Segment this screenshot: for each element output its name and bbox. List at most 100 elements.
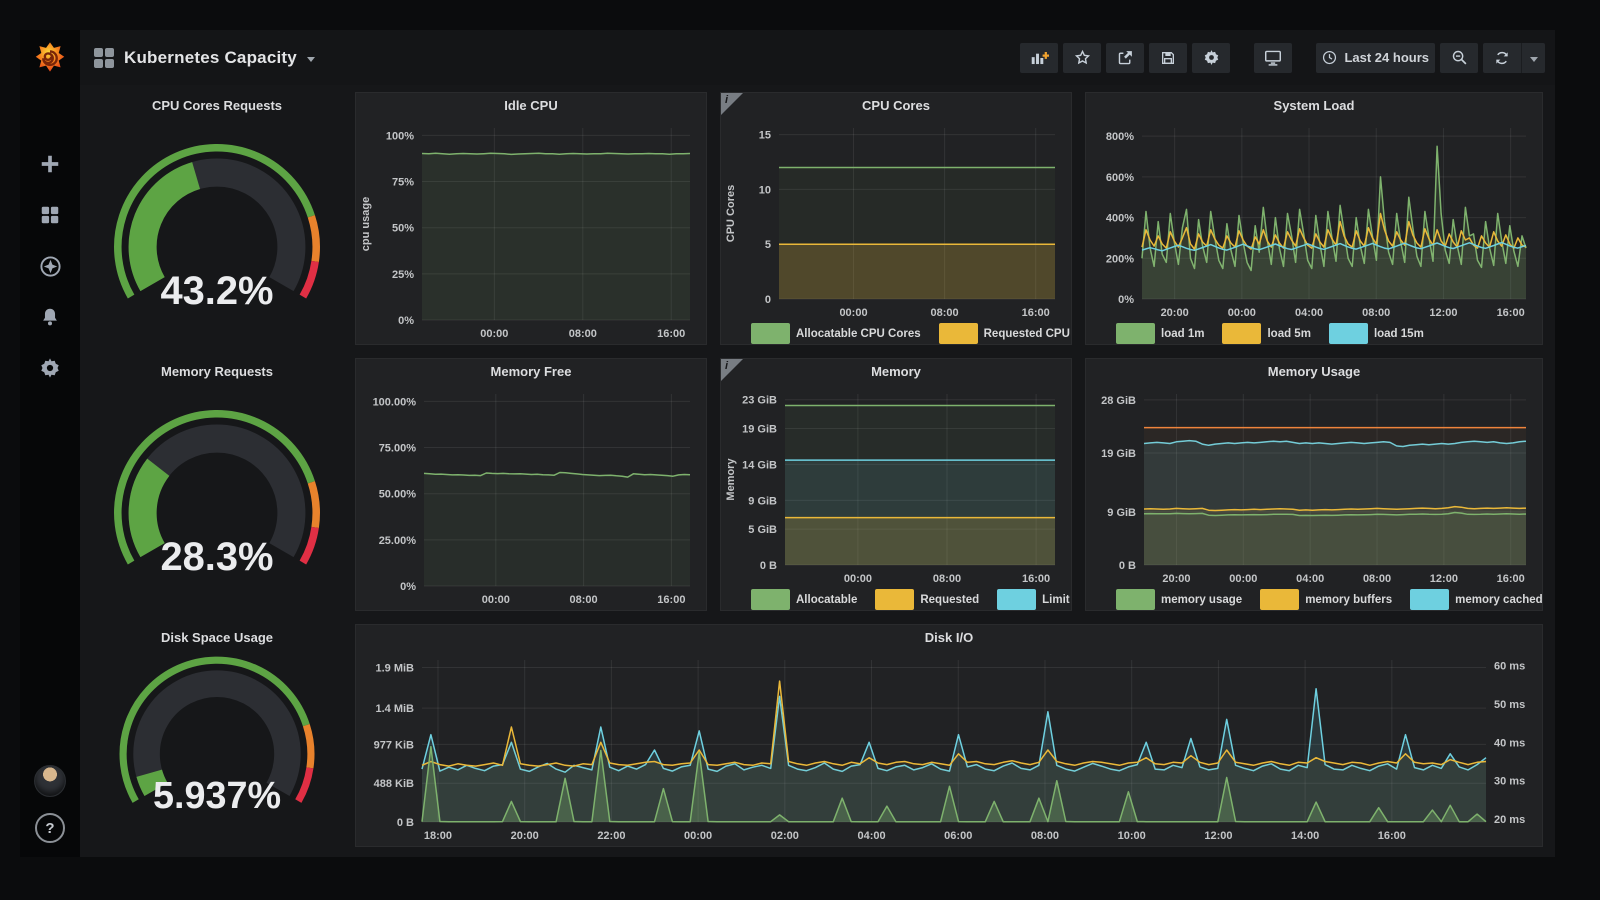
idle-cpu-chart[interactable]: 00:00 08:00 16:00 0% 25% 50% 75% 100% cpu usage (356, 118, 706, 344)
dashboard-title-dropdown[interactable]: Kubernetes Capacity (94, 47, 315, 68)
gauge-memory-requests: 28.3% (93, 384, 341, 610)
panel-title[interactable]: CPU Cores Requests (93, 93, 341, 118)
panel-title[interactable]: Memory (721, 359, 1071, 384)
gauge-cpu-cores-requests: 43.2% (93, 118, 341, 344)
star-button[interactable] (1063, 42, 1102, 73)
svg-text:08:00: 08:00 (931, 307, 959, 319)
svg-text:977 KiB: 977 KiB (374, 739, 414, 751)
sidebar: ? (20, 30, 80, 857)
user-avatar[interactable] (34, 765, 66, 797)
memory-usage-chart[interactable]: 20:00 00:00 04:00 08:00 12:00 16:00 0 B 9 GiB 19… (1086, 384, 1542, 589)
legend-item[interactable]: load 15m (1328, 323, 1424, 344)
svg-text:25.00%: 25.00% (379, 535, 417, 547)
svg-text:19 GiB: 19 GiB (742, 423, 777, 435)
panel-cpu-cores-requests: CPU Cores Requests 43.2% (92, 92, 342, 345)
legend-color-dash (751, 589, 790, 610)
svg-text:0%: 0% (398, 315, 414, 327)
explore-compass-icon[interactable] (38, 254, 62, 278)
save-button[interactable] (1149, 42, 1188, 73)
grafana-window: ? Kubernetes Capacity Last 24 hours CPU … (20, 30, 1555, 857)
svg-text:16:00: 16:00 (1022, 307, 1050, 319)
chart-canvas: 20:00 00:00 04:00 08:00 12:00 16:00 0% 200% 400%… (1106, 128, 1527, 319)
legend-label: load 5m (1267, 327, 1311, 340)
memory-free-chart[interactable]: 00:00 08:00 16:00 0% 25.00% 50.00% 75.00% 100.0… (356, 384, 706, 610)
panel-memory-free: Memory Free 00:00 08:00 16:00 0% 25.00% 50.00… (355, 358, 707, 611)
panel-memory: i Memory 00:00 08:00 16:00 0 B 5 GiB 9 GiB 14 … (720, 358, 1072, 611)
legend-item[interactable]: memory usage (1116, 589, 1242, 610)
legend-item[interactable]: memory buffers (1260, 589, 1392, 610)
page-title: Kubernetes Capacity (124, 47, 297, 67)
panel-disk-io: Disk I/O 18:00 20:00 22:00 00:00 02:00 04:00 0… (355, 624, 1543, 847)
legend-color-dash (1410, 589, 1450, 610)
chart-canvas: 00:00 08:00 16:00 0% 25% 50% 75% 100% cpu usage (360, 128, 691, 340)
legend-item[interactable]: Requested (875, 589, 979, 610)
svg-text:08:00: 08:00 (569, 328, 597, 340)
add-panel-button[interactable] (1020, 42, 1059, 73)
svg-text:200%: 200% (1106, 253, 1134, 265)
share-button[interactable] (1106, 42, 1145, 73)
panel-title[interactable]: Disk I/O (356, 625, 1542, 650)
disk-io-chart[interactable]: 18:00 20:00 22:00 00:00 02:00 04:00 06:00 08:00… (356, 650, 1542, 846)
cpu-cores-chart[interactable]: 00:00 08:00 16:00 0 5 10 15 CPU Cores (721, 118, 1071, 323)
alerting-bell-icon[interactable] (38, 305, 62, 329)
svg-text:50 ms: 50 ms (1494, 699, 1525, 711)
cycle-view-mode-button[interactable] (1254, 42, 1293, 73)
panel-title[interactable]: Memory Requests (93, 359, 341, 384)
svg-text:1.4 MiB: 1.4 MiB (375, 703, 414, 715)
panel-memory-usage: Memory Usage 20:00 00:00 04:00 08:00 12:00 16… (1085, 358, 1543, 611)
system-load-chart[interactable]: 20:00 00:00 04:00 08:00 12:00 16:00 0% 200% 400%… (1086, 118, 1542, 323)
chevron-down-icon (1529, 56, 1538, 62)
legend-item[interactable]: Allocatable (751, 589, 857, 610)
grafana-logo-icon[interactable] (20, 30, 80, 88)
configuration-gear-icon[interactable] (38, 356, 62, 380)
svg-text:04:00: 04:00 (1295, 307, 1323, 319)
panel-info-icon[interactable]: i (721, 359, 743, 381)
svg-text:43.2%: 43.2% (160, 269, 273, 313)
dashboards-grid-icon[interactable] (38, 203, 62, 227)
panel-info-icon[interactable]: i (721, 93, 743, 115)
svg-text:12:00: 12:00 (1204, 830, 1232, 842)
panel-title[interactable]: Memory Free (356, 359, 706, 384)
create-plus-icon[interactable] (38, 152, 62, 176)
svg-text:22:00: 22:00 (597, 830, 625, 842)
legend-item[interactable]: Requested CPU Cores (938, 323, 1071, 344)
help-button[interactable]: ? (35, 813, 65, 843)
legend-item[interactable]: Limit (997, 589, 1070, 610)
panel-title[interactable]: Idle CPU (356, 93, 706, 118)
panel-title[interactable]: System Load (1086, 93, 1542, 118)
svg-text:16:00: 16:00 (1497, 307, 1525, 319)
legend-item[interactable]: Allocatable CPU Cores (751, 323, 921, 344)
chart-canvas: 00:00 08:00 16:00 0 B 5 GiB 9 GiB 14 GiB 19 GiB… (725, 394, 1055, 585)
svg-text:600%: 600% (1106, 172, 1134, 184)
svg-text:75%: 75% (392, 177, 414, 189)
svg-text:1.9 MiB: 1.9 MiB (375, 662, 414, 674)
panel-title[interactable]: CPU Cores (721, 93, 1071, 118)
time-range-button[interactable]: Last 24 hours (1316, 42, 1435, 73)
refresh-interval-dropdown[interactable] (1521, 42, 1545, 73)
svg-text:00:00: 00:00 (1229, 573, 1257, 585)
toolbar: Last 24 hours (1020, 42, 1545, 73)
legend-item[interactable]: memory cached (1410, 589, 1542, 610)
svg-text:20:00: 20:00 (511, 830, 539, 842)
sidebar-menu (38, 152, 62, 380)
legend-item[interactable]: load 5m (1222, 323, 1311, 344)
chart-canvas: 18:00 20:00 22:00 00:00 02:00 04:00 06:00 08:00… (374, 660, 1525, 842)
memory-chart[interactable]: 00:00 08:00 16:00 0 B 5 GiB 9 GiB 14 GiB 19 GiB… (721, 384, 1071, 589)
panel-title[interactable]: Disk Space Usage (93, 625, 341, 650)
legend-label: Allocatable (796, 593, 858, 606)
legend-label: memory usage (1161, 593, 1243, 606)
zoom-out-button[interactable] (1440, 42, 1478, 73)
svg-text:0 B: 0 B (397, 817, 414, 829)
panel-title[interactable]: Memory Usage (1086, 359, 1542, 384)
svg-text:0%: 0% (400, 581, 416, 593)
refresh-button[interactable] (1483, 42, 1521, 73)
chevron-down-icon (306, 56, 315, 62)
svg-text:06:00: 06:00 (944, 830, 972, 842)
legend-item[interactable]: load 1m (1116, 323, 1204, 344)
svg-text:0 B: 0 B (760, 560, 777, 572)
svg-text:20:00: 20:00 (1161, 307, 1189, 319)
dashboard-grid: CPU Cores Requests 43.2% Idle CPU 00:00 0… (80, 85, 1555, 857)
gauge-canvas: 5.937% (119, 656, 315, 817)
dashboard-settings-button[interactable] (1192, 42, 1231, 73)
svg-text:20:00: 20:00 (1162, 573, 1190, 585)
